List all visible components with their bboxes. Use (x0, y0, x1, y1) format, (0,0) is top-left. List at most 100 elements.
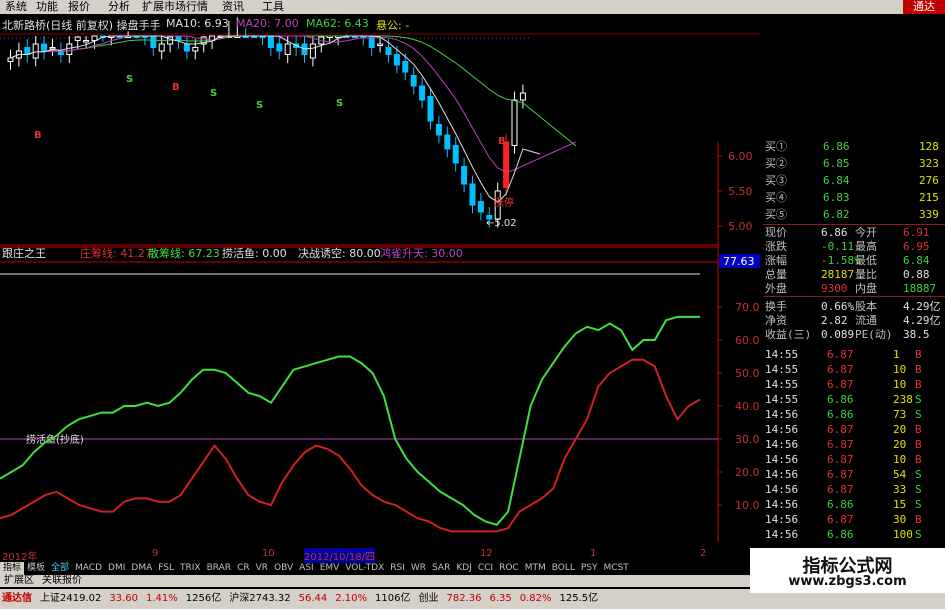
menu-item-0[interactable]: 系统 (5, 0, 27, 14)
quote-label: 涨幅 (765, 254, 787, 267)
menu-item-1[interactable]: 功能 (36, 0, 58, 14)
tick-volume: 10 (893, 378, 907, 391)
indicator-tab[interactable]: ROC (496, 562, 522, 575)
indicator-tab[interactable]: KDJ (453, 562, 475, 575)
candle (377, 43, 384, 46)
candle (452, 145, 459, 164)
menu-item-6[interactable]: 工具 (262, 0, 284, 14)
quote-label: 今开 (855, 226, 877, 239)
tick-volume: 10 (893, 363, 907, 376)
ma-legend-item: MA62: 6.43 (306, 17, 369, 30)
indicator-chart[interactable]: 70.00 60.00 50.00 40.00 30.00 20.00 10.00 77.63… (0, 240, 760, 542)
quote-row: 收益(三) 0.089 PE(动) 38.5 (763, 328, 945, 342)
tick-price: 6.87 (827, 423, 854, 436)
extension-tab[interactable]: 关联报价 (42, 575, 82, 586)
order-volume: 323 (919, 157, 939, 170)
status-item: 上证2419.02 (40, 593, 102, 604)
menu-item-2[interactable]: 报价 (68, 0, 90, 14)
tick-time: 14:55 (765, 378, 799, 391)
tick-side: B (915, 378, 922, 391)
price-axis-label: 5.50 (728, 185, 753, 198)
candle (477, 201, 484, 213)
indicator-legend-item: 鸿雀升天: 30.00 (380, 247, 463, 260)
candle (276, 43, 283, 52)
candle (183, 43, 190, 52)
menu-item-3[interactable]: 分析 (108, 0, 130, 14)
menu-item-5[interactable]: 资讯 (222, 0, 244, 14)
indicator-tab[interactable]: DMI (105, 562, 128, 575)
candle (410, 75, 417, 87)
price-chart[interactable]: 6.00 5.50 5.00 S B S S S B B ←5.02 涨停 (0, 14, 760, 260)
indicator-tab[interactable]: WR (408, 562, 429, 575)
tick-volume: 33 (893, 483, 907, 496)
quote-value: 0.88 (903, 268, 930, 281)
x-axis-label: 9 (152, 548, 159, 559)
indicator-tab[interactable]: FSL (155, 562, 177, 575)
price-axis-label: 5.00 (728, 220, 753, 233)
tick-price: 6.87 (827, 348, 854, 361)
quote-label: 内盘 (855, 282, 877, 295)
indicator-tab[interactable]: RSI (387, 562, 408, 575)
tick-price: 6.86 (827, 498, 854, 511)
menu-bar: 系统 功能 报价 分析 扩展市场行情 资讯 工具 通达 (0, 0, 945, 14)
quote-row: 外盘 9300 内盘 18887 (763, 282, 945, 296)
indicator-legend-item: 庄筹线: 41.27 (80, 247, 152, 260)
order-label: 买④ (765, 191, 787, 204)
signal-s: S (210, 88, 217, 99)
order-label: 买⑤ (765, 208, 787, 221)
indicator-axis-label: 30.00 (735, 433, 760, 446)
tick-time: 14:56 (765, 453, 799, 466)
indicator-tab[interactable]: ASI (296, 562, 317, 575)
quote-label: 最低 (855, 254, 877, 267)
candle (444, 134, 451, 150)
tick-time: 14:56 (765, 438, 799, 451)
chart-title: 北新路桥(日线 前复权) 操盘手手 (2, 19, 161, 32)
indicator-tab[interactable]: BOLL (549, 562, 578, 575)
tick-row: 14:56 6.87 10 B (763, 453, 945, 467)
status-item: 782.36 (446, 593, 482, 604)
tick-row: 14:56 6.87 20 B (763, 423, 945, 437)
indicator-tab[interactable]: BRAR (204, 562, 234, 575)
tick-volume: 15 (893, 498, 907, 511)
quote-label: 涨跌 (765, 240, 787, 253)
candle (309, 43, 316, 59)
indicator-tab[interactable]: EMV (317, 562, 343, 575)
status-item: 6.35 (489, 593, 512, 604)
indicator-tab[interactable]: MACD (72, 562, 105, 575)
candle (519, 92, 526, 101)
indicator-tab[interactable]: 模板 (24, 562, 48, 575)
signal-b: B (498, 136, 506, 147)
indicator-tab[interactable]: SAR (429, 562, 453, 575)
indicator-tab[interactable]: PSY (578, 562, 601, 575)
quote-label: 量比 (855, 268, 877, 281)
indicator-tab[interactable]: CR (234, 562, 253, 575)
candle (435, 124, 442, 136)
indicator-tab[interactable]: DMA (128, 562, 155, 575)
indicator-tab[interactable]: VR (253, 562, 271, 575)
quote-value: 9300 (821, 282, 848, 295)
current-value: 77.63 (723, 255, 755, 268)
indicator-tab[interactable]: TRIX (177, 562, 204, 575)
level-30-label: 捞活鱼(抄底) (26, 433, 84, 446)
tick-price: 6.87 (827, 438, 854, 451)
candle (393, 54, 400, 66)
candle (41, 43, 48, 52)
panel-divider (763, 296, 945, 297)
buy-order-row: 买① 6.86 128 (763, 140, 945, 154)
quote-value: 6.86 (821, 226, 848, 239)
quote-value: 4.29亿 (903, 314, 941, 327)
menu-item-4[interactable]: 扩展市场行情 (142, 0, 208, 14)
buy-order-row: 买② 6.85 323 (763, 157, 945, 171)
indicator-tab[interactable]: 全部 (48, 562, 72, 575)
extension-tab[interactable]: 扩展区 (4, 575, 34, 586)
tick-row: 14:55 6.87 1 B (763, 348, 945, 362)
brand-tag: 通达 (903, 0, 945, 14)
indicator-tab[interactable]: MCST (601, 562, 632, 575)
indicator-tab[interactable]: 指标 (0, 562, 25, 575)
order-label: 买② (765, 157, 787, 170)
indicator-tab[interactable]: OBV (271, 562, 296, 575)
indicator-tab[interactable]: MTM (522, 562, 549, 575)
indicator-tab[interactable]: CCI (475, 562, 496, 575)
order-price: 6.86 (823, 140, 850, 153)
indicator-tab[interactable]: VOL-TDX (342, 562, 387, 575)
